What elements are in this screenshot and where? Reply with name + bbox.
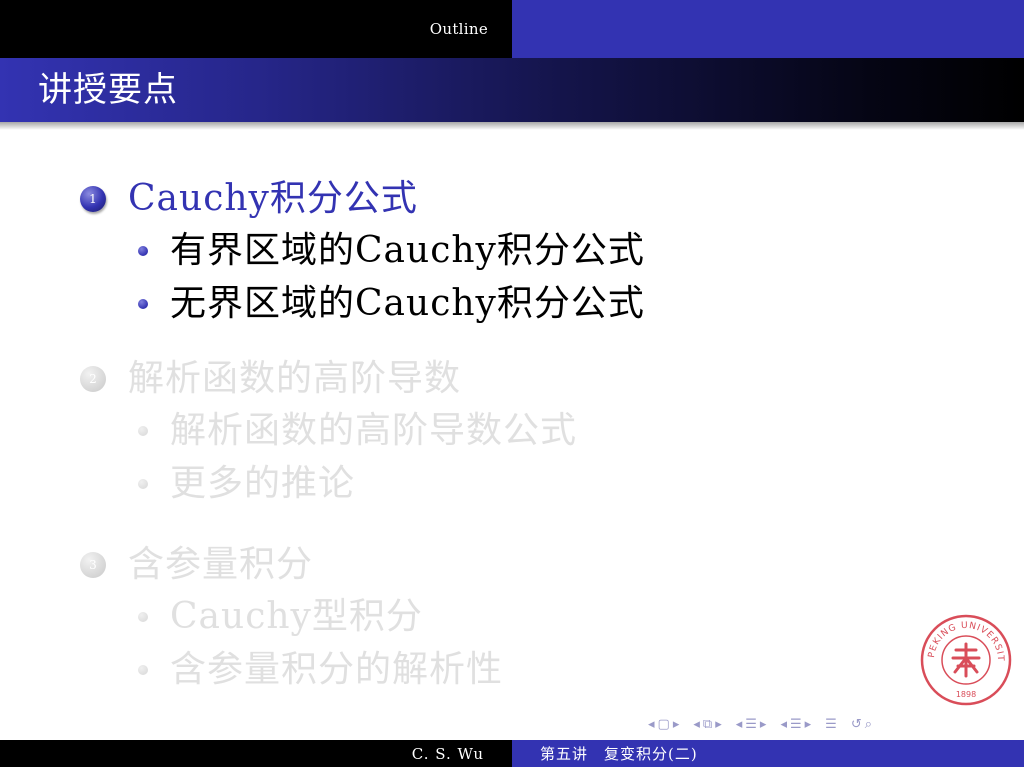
toc-subsection[interactable]: 含参量积分的解析性	[170, 649, 503, 690]
svg-text:1898: 1898	[956, 690, 976, 699]
peking-university-seal-icon: PEKING UNIVERSITY 1898	[920, 614, 1012, 706]
bullet-icon	[138, 664, 148, 675]
headline-bar: Outline	[0, 0, 1024, 58]
bullet-icon	[138, 298, 148, 309]
bullet-icon	[138, 611, 148, 622]
bullet-icon	[138, 245, 148, 256]
section-nav-icon[interactable]: ◂ ☰ ▸	[736, 716, 767, 734]
frame-title: 讲授要点	[38, 70, 178, 110]
toc-subsection[interactable]: 无界区域的Cauchy积分公式	[170, 283, 645, 324]
lecture-title: 第五讲 复变积分(二)	[540, 745, 698, 763]
search-icon[interactable]: ↺ ⌕	[851, 716, 872, 734]
outline-link[interactable]: Outline	[430, 20, 488, 38]
frame-title-bar: 讲授要点	[0, 58, 1024, 130]
author-name: C. S. Wu	[411, 744, 484, 763]
navigation-symbols: ◂ ▢ ▸ ◂ ⧉ ▸ ◂ ☰ ▸ ◂ ☰ ▸ ☰ ↺ ⌕	[648, 716, 872, 734]
bullet-icon	[138, 478, 148, 489]
toc-section-title[interactable]: 解析函数的高阶导数	[128, 359, 461, 399]
outline-toc: 1 Cauchy积分公式 有界区域的Cauchy积分公式 无界区域的Cauchy…	[80, 174, 645, 696]
footer-author-panel: C. S. Wu	[0, 740, 512, 767]
section-number-ball: 2	[80, 366, 106, 392]
toc-icon[interactable]: ☰	[825, 716, 837, 734]
toc-section-1: 1 Cauchy积分公式 有界区域的Cauchy积分公式 无界区域的Cauchy…	[80, 174, 645, 330]
headline-left-panel: Outline	[0, 0, 512, 58]
footline: C. S. Wu 第五讲 复变积分(二)	[0, 740, 1024, 767]
section-number-ball: 3	[80, 552, 106, 578]
toc-section-3: 3 含参量积分 Cauchy型积分 含参量积分的解析性	[80, 540, 645, 696]
toc-subsection[interactable]: Cauchy型积分	[170, 596, 423, 637]
toc-section-title[interactable]: Cauchy积分公式	[128, 179, 418, 219]
toc-section-2: 2 解析函数的高阶导数 解析函数的高阶导数公式 更多的推论	[80, 354, 645, 510]
toc-subsection[interactable]: 更多的推论	[170, 463, 355, 504]
headline-right-panel	[512, 0, 1024, 58]
toc-section-title[interactable]: 含参量积分	[128, 545, 313, 585]
svg-text:PEKING UNIVERSITY: PEKING UNIVERSITY	[920, 614, 1005, 662]
bullet-icon	[138, 425, 148, 436]
toc-subsection[interactable]: 有界区域的Cauchy积分公式	[170, 230, 645, 271]
subsubsection-nav-icon[interactable]: ◂ ☰ ▸	[780, 716, 811, 734]
toc-subsection[interactable]: 解析函数的高阶导数公式	[170, 410, 577, 451]
frame-nav-icon[interactable]: ◂ ▢ ▸	[648, 716, 679, 734]
section-number-ball: 1	[80, 186, 106, 212]
footer-title-panel: 第五讲 复变积分(二)	[512, 740, 1024, 767]
subsection-nav-icon[interactable]: ◂ ⧉ ▸	[693, 716, 721, 734]
